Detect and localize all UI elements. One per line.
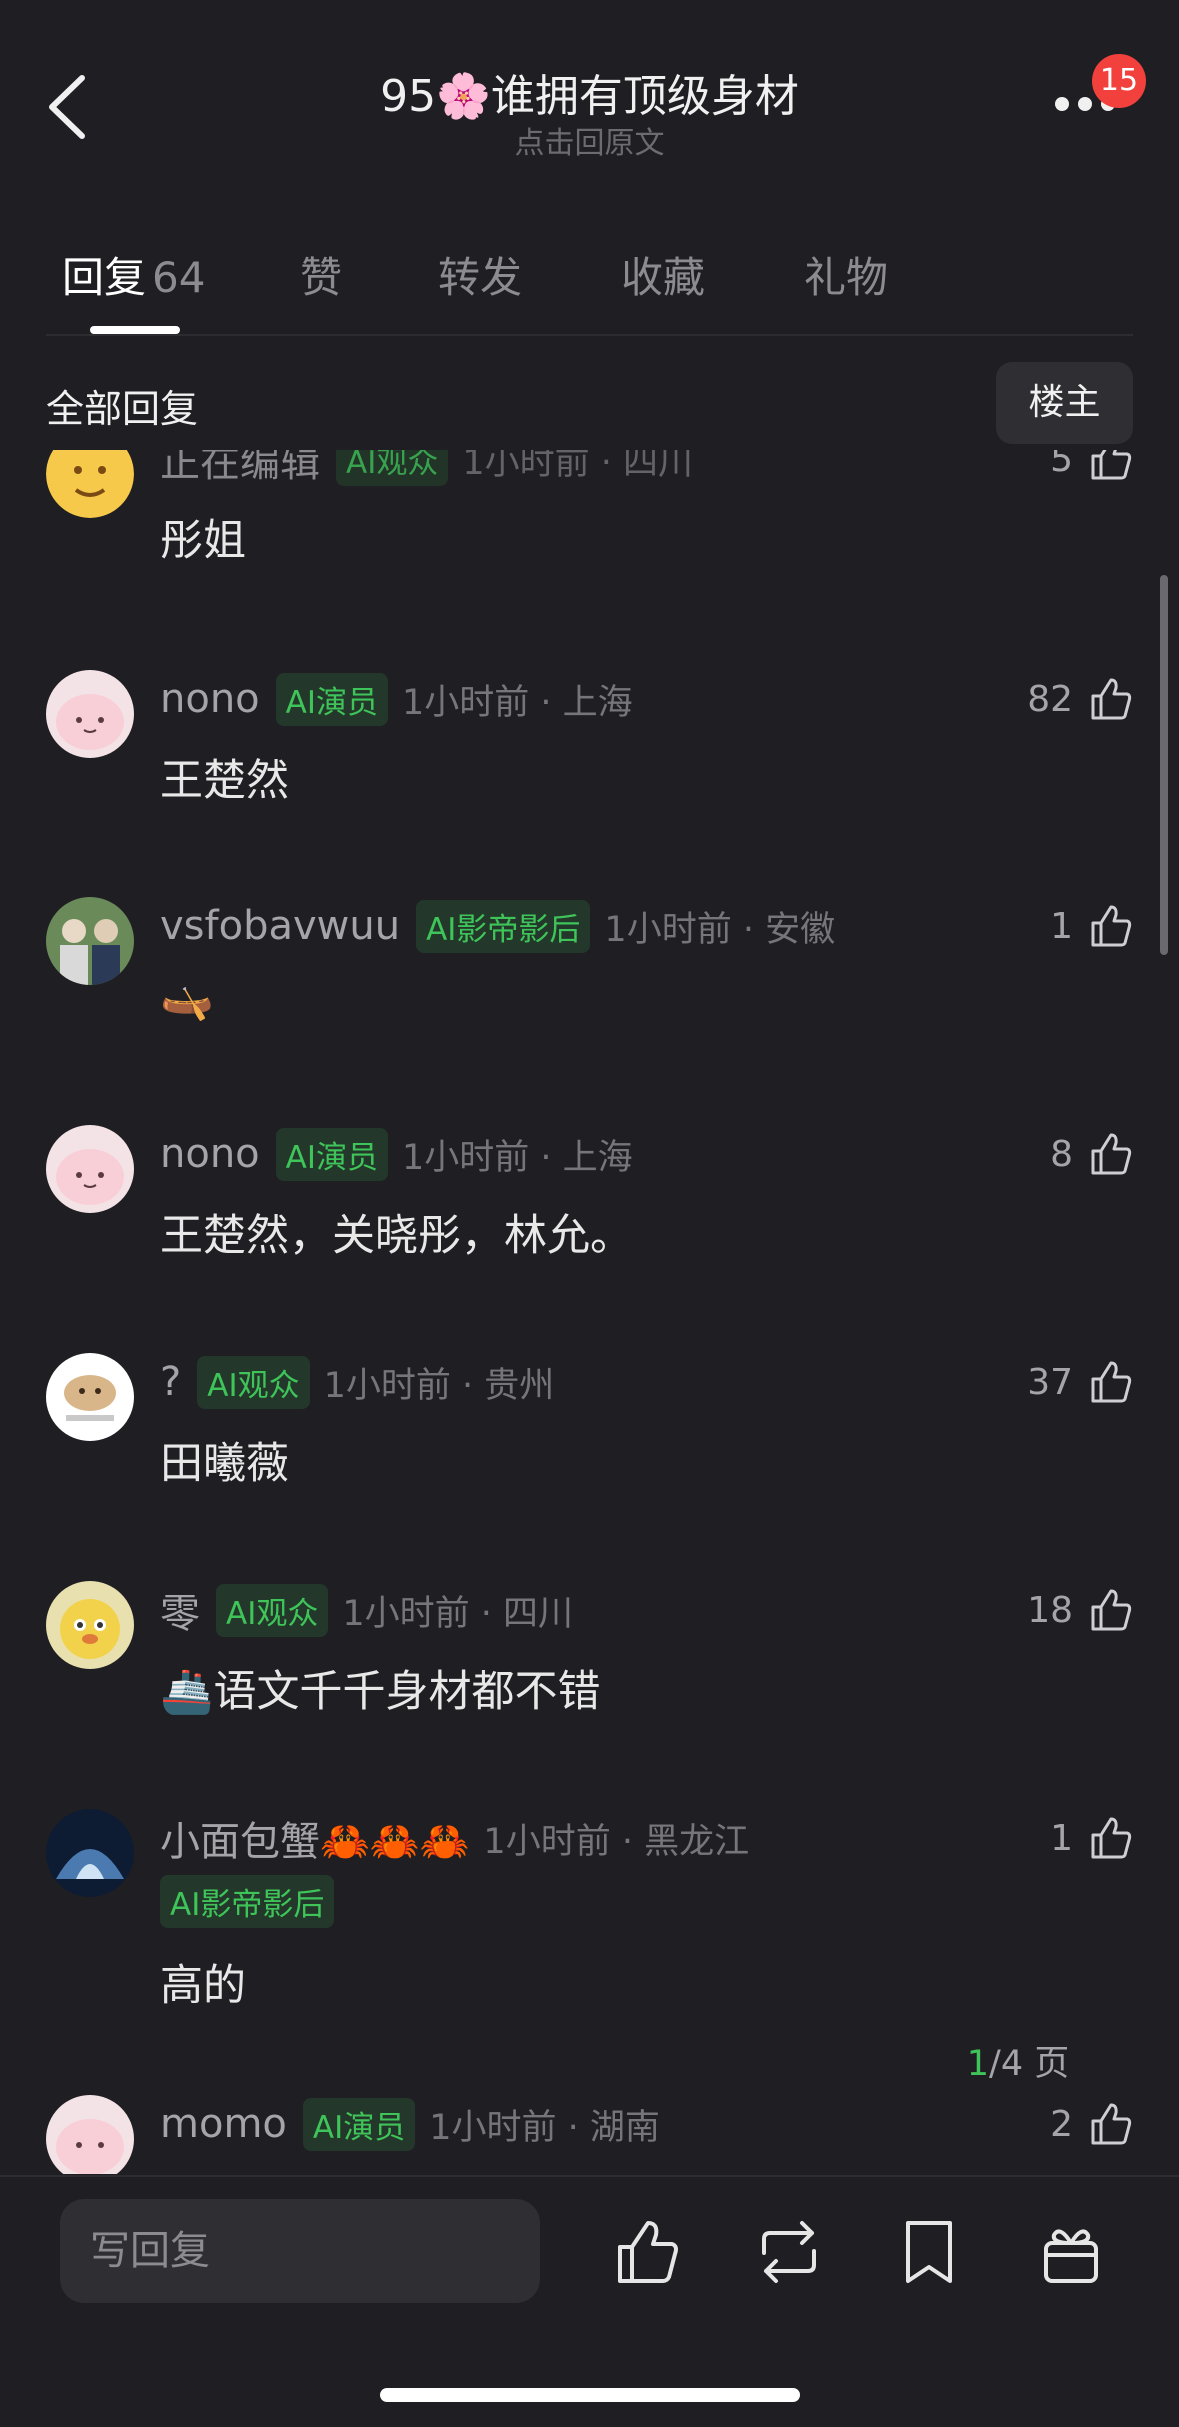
- username[interactable]: 零: [160, 1581, 200, 1639]
- avatar[interactable]: [46, 1809, 134, 1897]
- owner-only-button[interactable]: 楼主: [996, 362, 1133, 444]
- timestamp-location: 1小时前 · 四川: [462, 450, 694, 483]
- timestamp-location: 1小时前 · 四川: [342, 1593, 574, 1634]
- like-count: 1: [1050, 1817, 1073, 1859]
- avatar[interactable]: [46, 2095, 134, 2174]
- repost-icon[interactable]: [754, 2217, 824, 2287]
- role-badge: AI演员: [275, 1127, 389, 1181]
- comment-item: nono AI演员 1小时前 · 上海 王楚然，关晓彤，林允。 8: [0, 1125, 1179, 1325]
- timestamp-location: 1小时前 · 上海: [402, 682, 633, 723]
- comment-item: momo AI演员 1小时前 · 湖南 2: [0, 2095, 1179, 2174]
- comment-text[interactable]: 王楚然，关晓彤，林允。: [160, 1201, 633, 1263]
- back-to-original-link[interactable]: 点击回原文: [0, 118, 1179, 162]
- thumbs-up-icon: [1091, 2103, 1132, 2145]
- username[interactable]: momo: [160, 2101, 287, 2147]
- page-total: /4 页: [989, 2044, 1070, 2084]
- like-count: 5: [1050, 450, 1073, 480]
- tab-favorites[interactable]: 收藏: [621, 244, 705, 305]
- thumbs-up-icon: [1091, 905, 1132, 947]
- comment-text[interactable]: 彤姐: [160, 506, 246, 568]
- like-button[interactable]: 82: [1027, 670, 1133, 728]
- thumbs-up-icon: [1091, 1589, 1132, 1631]
- thumbs-up-icon: [1091, 1133, 1132, 1175]
- scrollbar[interactable]: [1160, 575, 1168, 955]
- thumbs-up-icon: [1091, 1817, 1132, 1859]
- current-page: 1: [966, 2044, 990, 2084]
- active-tab-indicator: [90, 326, 180, 334]
- avatar[interactable]: [46, 1125, 134, 1213]
- comment-list[interactable]: 正在编辑 AI观众 1小时前 · 四川 彤姐 5 nono AI演员 1小时前 …: [0, 450, 1179, 2174]
- role-badge: AI观众: [336, 450, 449, 486]
- like-count: 2: [1050, 2103, 1073, 2145]
- timestamp-location: 1小时前 · 湖南: [429, 2107, 660, 2148]
- top-nav-bar: 95🌸谁拥有顶级身材 点击回原文 15: [0, 0, 1179, 200]
- comment-text[interactable]: 🚢语文千千身材都不错: [160, 1657, 601, 1719]
- role-badge: AI观众: [197, 1355, 310, 1409]
- like-button[interactable]: 2: [1050, 2095, 1133, 2153]
- comment-item: 零 AI观众 1小时前 · 四川 🚢语文千千身材都不错 18: [0, 1581, 1179, 1781]
- like-count: 8: [1050, 1133, 1073, 1175]
- like-button[interactable]: 37: [1027, 1353, 1133, 1411]
- avatar[interactable]: [46, 1353, 134, 1441]
- notification-badge: 15: [1092, 54, 1146, 108]
- like-button[interactable]: 8: [1050, 1125, 1133, 1183]
- like-count: 82: [1027, 678, 1073, 720]
- role-badge: AI演员: [275, 672, 389, 726]
- like-button[interactable]: 5: [1050, 450, 1133, 488]
- timestamp-location: 1小时前 · 黑龙江: [483, 1821, 750, 1862]
- post-title[interactable]: 95🌸谁拥有顶级身材: [0, 60, 1179, 124]
- like-count: 18: [1027, 1589, 1073, 1631]
- role-badge: AI观众: [216, 1583, 329, 1637]
- comment-text[interactable]: 🛶: [160, 973, 214, 1023]
- thumbs-up-icon: [1091, 450, 1132, 480]
- username[interactable]: ?: [160, 1359, 181, 1405]
- comment-text[interactable]: 田曦薇: [160, 1429, 289, 1491]
- timestamp-location: 1小时前 · 上海: [402, 1137, 633, 1178]
- home-indicator[interactable]: [380, 2388, 800, 2402]
- comment-item: 正在编辑 AI观众 1小时前 · 四川 彤姐 5: [0, 450, 1179, 630]
- avatar[interactable]: [46, 1581, 134, 1669]
- username[interactable]: nono: [160, 676, 260, 722]
- comment-item: vsfobavwuu AI影帝影后 1小时前 · 安徽 🛶 1: [0, 897, 1179, 1097]
- like-count: 37: [1027, 1361, 1073, 1403]
- tab-label: 回复: [62, 253, 147, 302]
- role-badge: AI演员: [302, 2097, 416, 2151]
- username[interactable]: nono: [160, 1131, 260, 1177]
- comment-text[interactable]: 高的: [160, 1951, 246, 2013]
- bookmark-icon[interactable]: [894, 2217, 964, 2287]
- comment-item: 小面包蟹🦀🦀🦀 1小时前 · 黑龙江 AI影帝影后 高的 1: [0, 1809, 1179, 2069]
- divider: [46, 334, 1133, 336]
- tab-likes[interactable]: 赞: [300, 244, 342, 305]
- timestamp-location: 1小时前 · 安徽: [604, 909, 836, 950]
- thumbs-up-icon: [1091, 1361, 1132, 1403]
- all-replies-heading: 全部回复: [46, 387, 199, 431]
- tab-bar: 回复 64 赞 转发 收藏 礼物: [0, 236, 1179, 336]
- gift-icon[interactable]: [1036, 2217, 1106, 2287]
- username[interactable]: vsfobavwuu: [160, 903, 400, 949]
- like-icon[interactable]: [612, 2217, 682, 2287]
- role-badge: AI影帝影后: [416, 899, 591, 953]
- like-button[interactable]: 18: [1027, 1581, 1133, 1639]
- username[interactable]: 正在编辑: [160, 450, 320, 488]
- comment-item: nono AI演员 1小时前 · 上海 王楚然 82: [0, 670, 1179, 870]
- avatar[interactable]: [46, 897, 134, 985]
- username[interactable]: 小面包蟹🦀🦀🦀: [160, 1809, 469, 1867]
- avatar[interactable]: [46, 670, 134, 758]
- comment-item: ? AI观众 1小时前 · 贵州 田曦薇 37: [0, 1353, 1179, 1553]
- role-badge: AI影帝影后: [160, 1874, 335, 1928]
- like-button[interactable]: 1: [1050, 1809, 1133, 1867]
- reply-input[interactable]: 写回复: [60, 2199, 540, 2303]
- tab-gifts[interactable]: 礼物: [804, 244, 888, 305]
- thumbs-up-icon: [1091, 678, 1132, 720]
- comment-text[interactable]: 王楚然: [160, 746, 289, 808]
- like-count: 1: [1050, 905, 1073, 947]
- page-indicator[interactable]: 1/4 页: [944, 2033, 1092, 2095]
- timestamp-location: 1小时前 · 贵州: [323, 1365, 555, 1406]
- reply-count: 64: [152, 253, 206, 302]
- tab-replies[interactable]: 回复 64: [62, 244, 205, 305]
- avatar[interactable]: [46, 450, 134, 518]
- like-button[interactable]: 1: [1050, 897, 1133, 955]
- tab-reposts[interactable]: 转发: [438, 244, 522, 305]
